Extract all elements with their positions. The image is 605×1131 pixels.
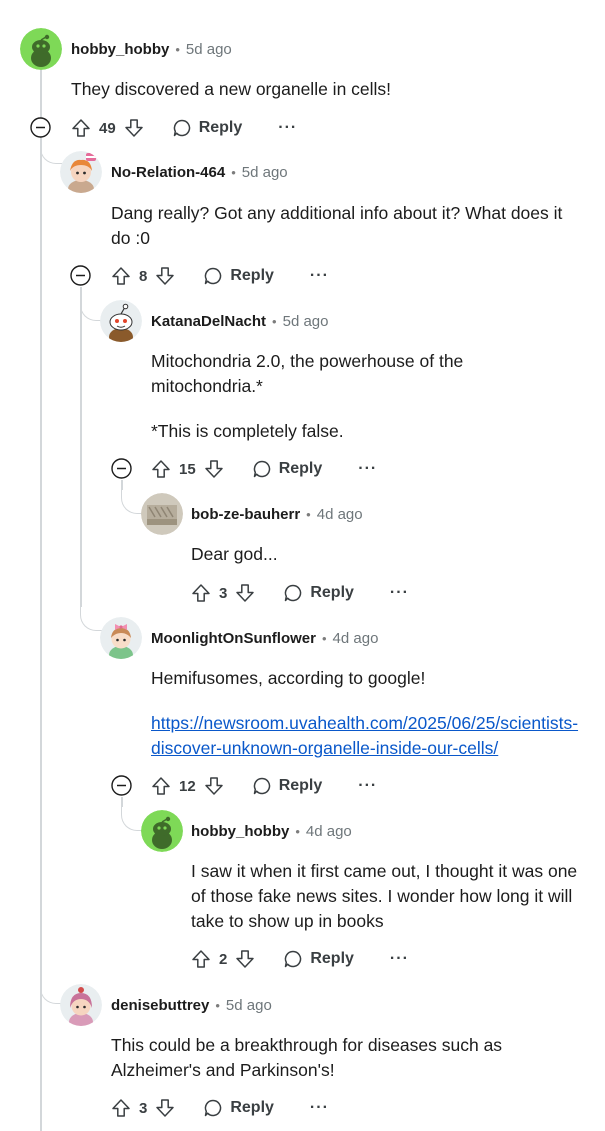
username[interactable]: denisebuttrey bbox=[111, 997, 209, 1014]
article-link[interactable]: https://newsroom.uvahealth.com/2025/06/2… bbox=[151, 713, 578, 758]
upvote-icon[interactable] bbox=[151, 459, 171, 479]
comment-bubble-icon bbox=[252, 459, 272, 479]
comment-body: Dang really? Got any additional info abo… bbox=[111, 203, 563, 248]
comment-bubble-icon bbox=[283, 949, 303, 969]
vote-count: 3 bbox=[219, 584, 228, 602]
reply-button[interactable]: Reply bbox=[172, 118, 242, 138]
more-options-button[interactable]: ··· bbox=[358, 777, 377, 795]
collapse-icon[interactable] bbox=[111, 775, 132, 796]
vote-count: 3 bbox=[139, 1099, 148, 1117]
timestamp: 4d ago bbox=[305, 822, 352, 840]
downvote-icon[interactable] bbox=[204, 776, 224, 796]
orange-hair-avatar[interactable] bbox=[60, 151, 102, 193]
separator-dot: • bbox=[306, 506, 311, 522]
vote-count: 8 bbox=[139, 267, 148, 285]
comment-body: Mitochondria 2.0, the powerhouse of the … bbox=[151, 351, 464, 441]
upvote-icon[interactable] bbox=[191, 583, 211, 603]
upvote-icon[interactable] bbox=[111, 266, 131, 286]
collapse-icon[interactable] bbox=[30, 117, 51, 138]
timestamp: 5d ago bbox=[225, 996, 272, 1014]
upvote-icon[interactable] bbox=[111, 1098, 131, 1118]
collapse-icon[interactable] bbox=[70, 265, 91, 286]
separator-dot: • bbox=[295, 823, 300, 839]
comment-bubble-icon bbox=[283, 583, 303, 603]
separator-dot: • bbox=[231, 164, 236, 180]
separator-dot: • bbox=[175, 41, 180, 57]
timestamp: 5d ago bbox=[241, 163, 288, 181]
vote-count: 2 bbox=[219, 950, 228, 968]
more-options-button[interactable]: ··· bbox=[310, 1099, 329, 1117]
timestamp: 4d ago bbox=[316, 505, 363, 523]
downvote-icon[interactable] bbox=[155, 266, 175, 286]
reply-button[interactable]: Reply bbox=[283, 583, 354, 603]
snoo-brown-avatar[interactable] bbox=[100, 300, 142, 342]
downvote-icon[interactable] bbox=[204, 459, 224, 479]
pink-hair-avatar[interactable] bbox=[60, 984, 102, 1026]
timestamp: 5d ago bbox=[282, 312, 329, 330]
username[interactable]: No-Relation-464 bbox=[111, 164, 225, 181]
downvote-icon[interactable] bbox=[235, 583, 255, 603]
thread-curve bbox=[40, 978, 62, 1004]
comment-body: This could be a breakthrough for disease… bbox=[111, 1035, 503, 1080]
username[interactable]: KatanaDelNacht bbox=[151, 313, 266, 330]
reply-button[interactable]: Reply bbox=[203, 1098, 274, 1118]
more-options-button[interactable]: ··· bbox=[390, 950, 409, 968]
reply-button[interactable]: Reply bbox=[252, 459, 322, 479]
username[interactable]: hobby_hobby bbox=[191, 823, 289, 840]
thread-curve bbox=[80, 605, 102, 631]
snoo-green-avatar[interactable] bbox=[141, 810, 183, 852]
downvote-icon[interactable] bbox=[155, 1098, 175, 1118]
upvote-icon[interactable] bbox=[191, 949, 211, 969]
comment-bubble-icon bbox=[203, 1098, 223, 1118]
separator-dot: • bbox=[321, 630, 327, 646]
downvote-icon[interactable] bbox=[235, 949, 255, 969]
photo-avatar[interactable] bbox=[141, 493, 183, 535]
reply-button[interactable]: Reply bbox=[203, 266, 274, 286]
timestamp: 5d ago bbox=[185, 40, 232, 58]
vote-count: 49 bbox=[99, 119, 116, 137]
more-options-button[interactable]: ··· bbox=[278, 119, 297, 137]
username[interactable]: bob-ze-bauherr bbox=[191, 506, 300, 523]
separator-dot: • bbox=[272, 313, 277, 329]
more-options-button[interactable]: ··· bbox=[390, 584, 409, 602]
thread-curve bbox=[121, 480, 143, 514]
downvote-icon[interactable] bbox=[124, 118, 144, 138]
username[interactable]: MoonlightOnSunflower bbox=[151, 630, 316, 647]
comment-bubble-icon bbox=[203, 266, 223, 286]
thread-line-l1 bbox=[80, 287, 82, 607]
comment-body: I saw it when it first came out, I thoug… bbox=[191, 861, 578, 931]
collapse-icon[interactable] bbox=[111, 458, 132, 479]
pink-bow-avatar[interactable] bbox=[100, 617, 142, 659]
reply-button[interactable]: Reply bbox=[283, 949, 354, 969]
separator-dot: • bbox=[215, 997, 220, 1013]
reply-button[interactable]: Reply bbox=[252, 776, 322, 796]
vote-count: 15 bbox=[179, 460, 196, 478]
comment-body: They discovered a new organelle in cells… bbox=[71, 79, 392, 99]
snoo-green-avatar[interactable] bbox=[20, 28, 62, 70]
thread-line-root bbox=[40, 70, 42, 1131]
comment-body: Dear god... bbox=[191, 544, 278, 564]
upvote-icon[interactable] bbox=[151, 776, 171, 796]
vote-count: 12 bbox=[179, 777, 196, 795]
comment-body: Hemifusomes, according to google! https:… bbox=[151, 668, 579, 758]
comment-bubble-icon bbox=[252, 776, 272, 796]
thread-curve bbox=[40, 138, 62, 164]
thread-curve bbox=[80, 287, 102, 321]
username[interactable]: hobby_hobby bbox=[71, 41, 169, 58]
more-options-button[interactable]: ··· bbox=[310, 267, 329, 285]
timestamp: 4d ago bbox=[332, 629, 379, 647]
more-options-button[interactable]: ··· bbox=[358, 460, 377, 478]
thread-curve bbox=[121, 797, 143, 831]
comment-bubble-icon bbox=[172, 118, 192, 138]
upvote-icon[interactable] bbox=[71, 118, 91, 138]
